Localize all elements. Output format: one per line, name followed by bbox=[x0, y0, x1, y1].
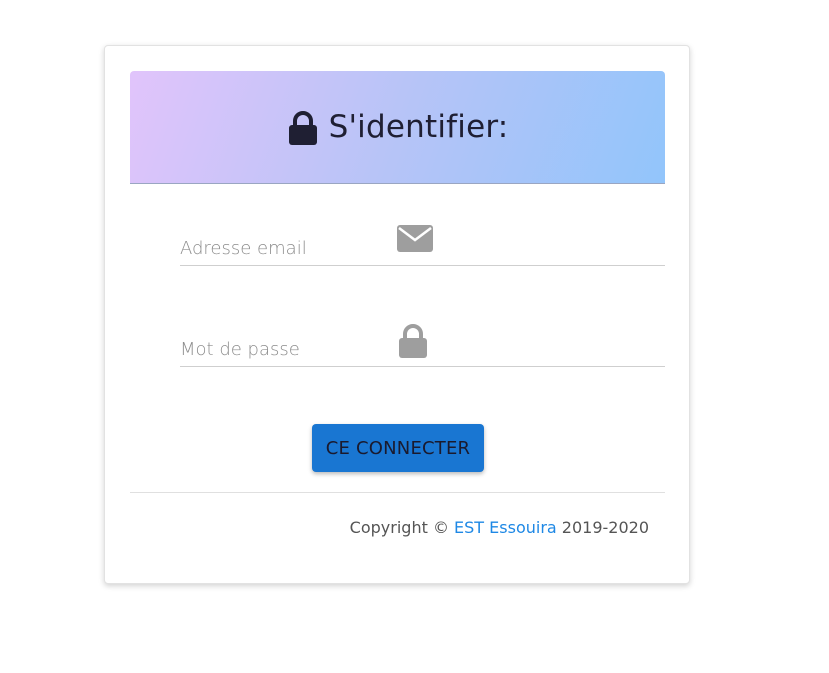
email-field[interactable] bbox=[180, 238, 390, 259]
login-button[interactable]: CE CONNECTER bbox=[312, 424, 484, 472]
login-card: S'identifier: CE CONNECTER Copyright © E… bbox=[104, 45, 690, 584]
password-field-group bbox=[180, 311, 665, 367]
password-field[interactable] bbox=[180, 339, 390, 360]
email-field-group bbox=[180, 210, 665, 266]
lock-icon bbox=[397, 323, 429, 359]
envelope-icon bbox=[397, 225, 433, 252]
footer-divider bbox=[130, 492, 665, 493]
lock-icon bbox=[287, 110, 319, 146]
copyright-footer: Copyright © EST Essouira 2019-2020 bbox=[350, 518, 649, 537]
copyright-prefix: Copyright © bbox=[349, 518, 455, 537]
page-title: S'identifier: bbox=[328, 109, 509, 145]
copyright-years: 2019-2020 bbox=[556, 518, 649, 537]
school-link[interactable]: EST Essouira bbox=[454, 518, 557, 537]
login-header: S'identifier: bbox=[130, 71, 665, 184]
